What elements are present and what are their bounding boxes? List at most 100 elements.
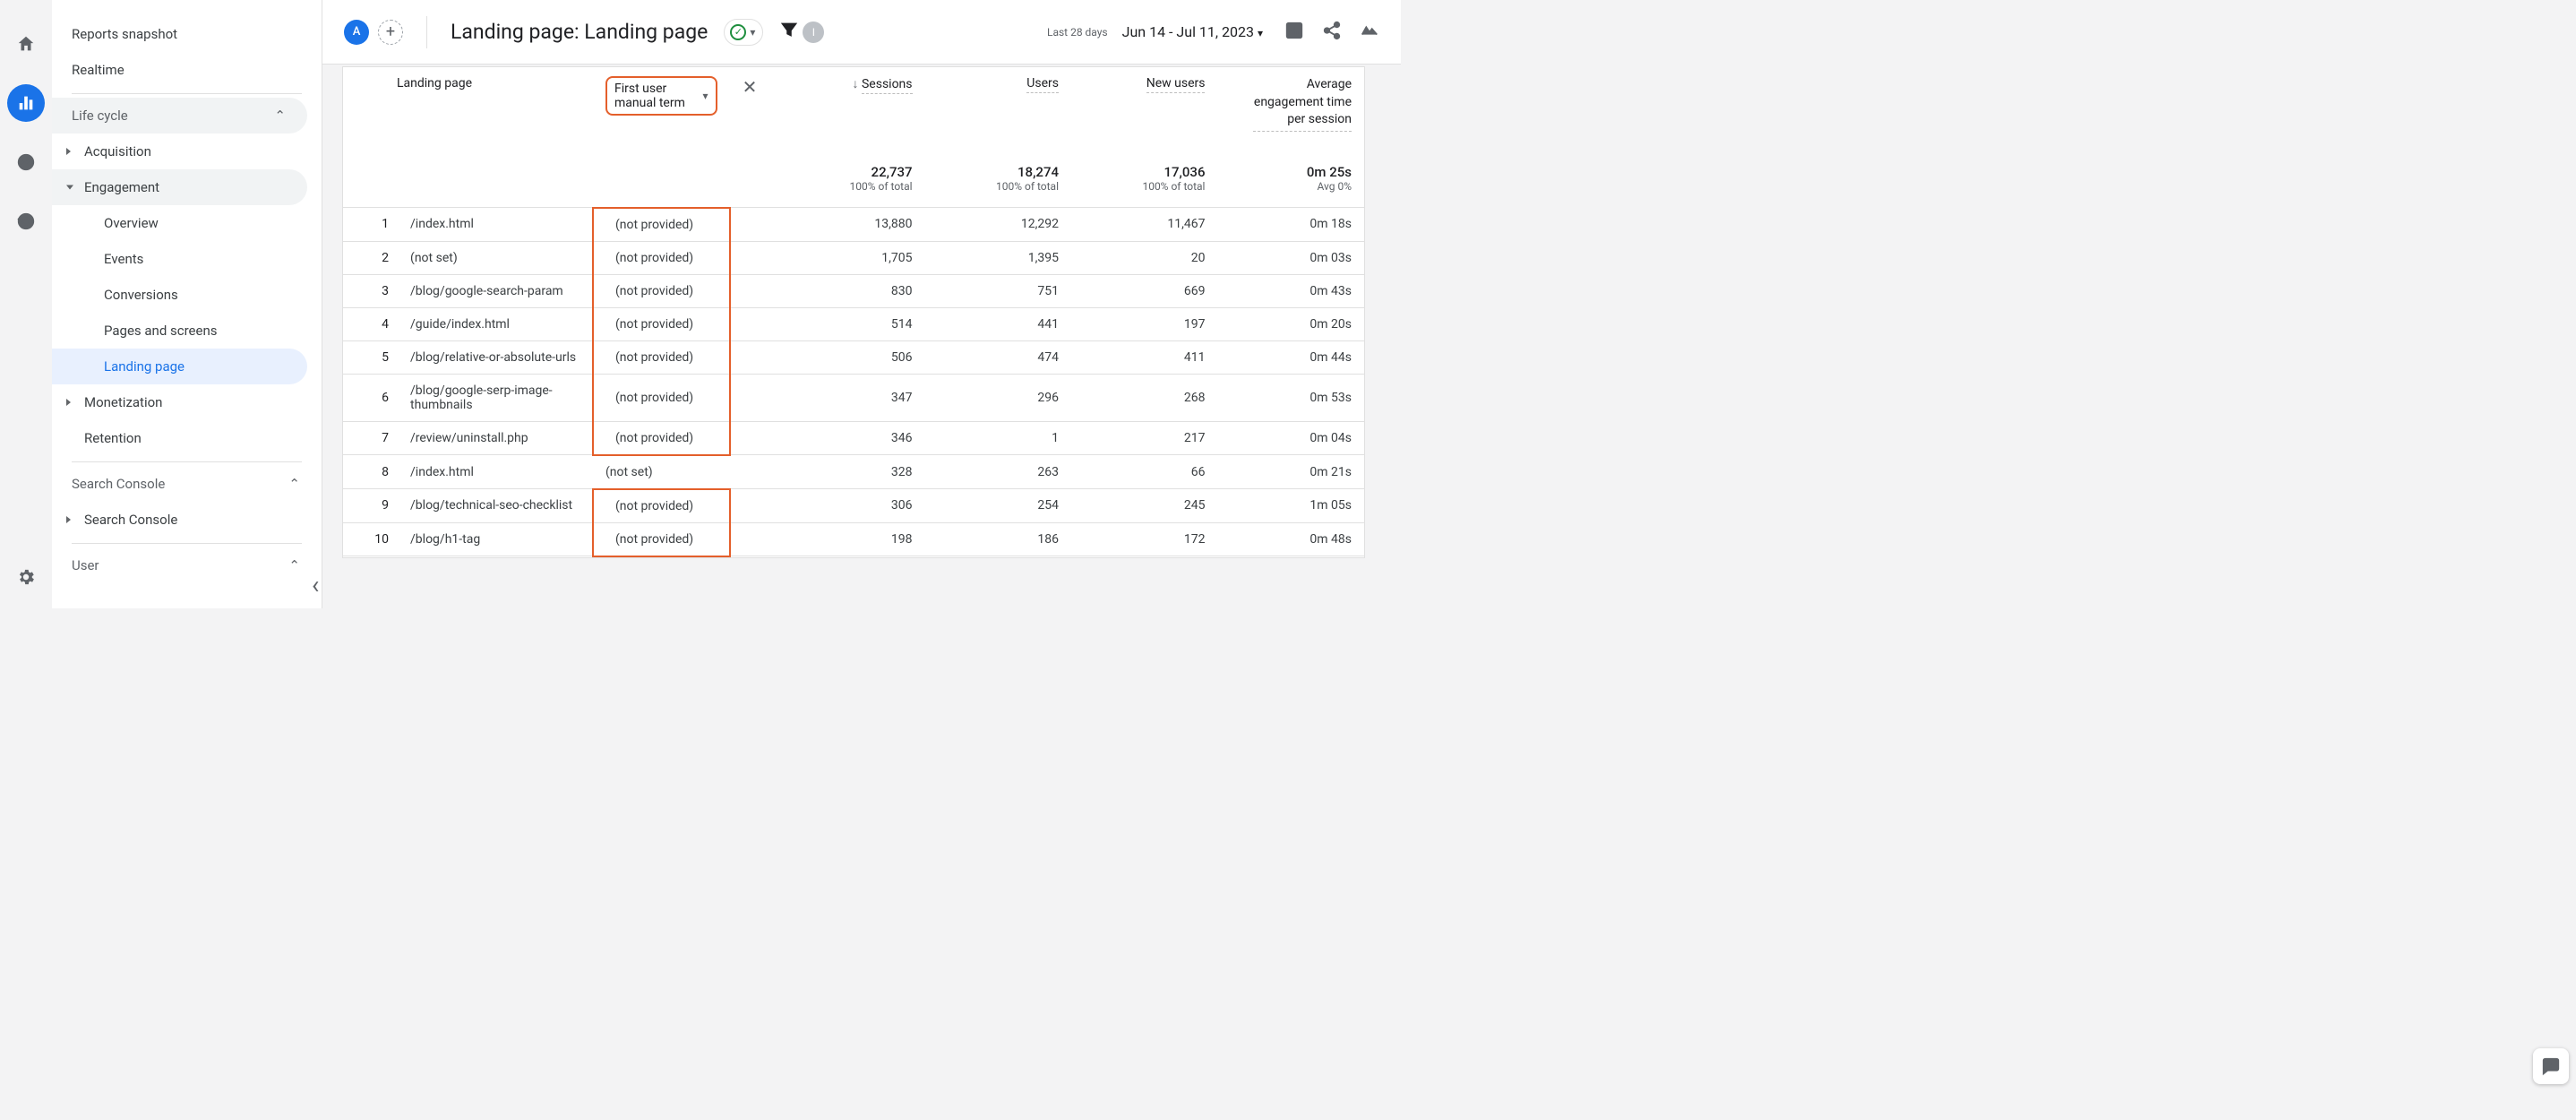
segment-avatar[interactable]: A <box>344 20 369 45</box>
cell-users: 254 <box>925 489 1071 523</box>
cell-landing-page: (not set) <box>398 241 593 274</box>
table-row[interactable]: 10/blog/h1-tag(not provided)1981861720m … <box>343 522 1364 556</box>
date-preset: Last 28 days <box>1047 26 1108 39</box>
row-index: 10 <box>343 522 398 556</box>
table-row[interactable]: 2(not set)(not provided)1,7051,395200m 0… <box>343 241 1364 274</box>
label: Conversions <box>104 287 178 303</box>
reports-icon[interactable] <box>7 84 45 122</box>
total-users: 18,274 <box>938 164 1059 180</box>
dimension-landing-page[interactable]: Landing page <box>397 76 580 90</box>
table-row[interactable]: 3/blog/google-search-param(not provided)… <box>343 274 1364 307</box>
cell-avg-eng: 0m 43s <box>1217 274 1364 307</box>
home-icon[interactable] <box>7 25 45 63</box>
cell-avg-eng: 0m 53s <box>1217 374 1364 421</box>
total-new-users: 17,036 <box>1084 164 1205 180</box>
nav-eng-overview[interactable]: Overview <box>52 205 307 241</box>
nav-eng-pages-screens[interactable]: Pages and screens <box>52 313 307 349</box>
letter: A <box>353 25 361 39</box>
label: Overview <box>104 215 159 231</box>
user-badge[interactable]: I <box>803 22 824 43</box>
cell-avg-eng: 1m 05s <box>1217 489 1364 523</box>
page-title: Landing page: Landing page <box>451 20 708 44</box>
totals-row: 22,737100% of total 18,274100% of total … <box>343 150 1364 208</box>
table-row[interactable]: 8/index.html(not set)328263660m 21s <box>343 455 1364 489</box>
cell-users: 751 <box>925 274 1071 307</box>
nav-eng-landing-page[interactable]: Landing page <box>52 349 307 384</box>
row-index: 9 <box>343 489 398 523</box>
cell-avg-eng: 0m 48s <box>1217 522 1364 556</box>
explore-icon[interactable] <box>7 143 45 181</box>
table-row[interactable]: 4/guide/index.html(not provided)51444119… <box>343 307 1364 340</box>
feedback-chat-icon[interactable] <box>2533 1048 2569 1084</box>
cell-landing-page: /blog/google-search-param <box>398 274 593 307</box>
cell-new-users: 669 <box>1071 274 1217 307</box>
label: Reports snapshot <box>72 26 177 42</box>
plus-icon: + <box>386 22 395 41</box>
label: Landing page <box>104 358 185 375</box>
check-circle-icon: ✓ <box>730 24 746 40</box>
cell-sessions: 198 <box>778 522 924 556</box>
admin-gear-icon[interactable] <box>0 567 52 587</box>
filter-icon[interactable] <box>779 20 799 45</box>
table-row[interactable]: 1/index.html(not provided)13,88012,29211… <box>343 208 1364 242</box>
secondary-dimension-pill[interactable]: First user manual term ▾ <box>605 76 717 116</box>
table-row[interactable]: 9/blog/technical-seo-checklist(not provi… <box>343 489 1364 523</box>
cell-landing-page: /index.html <box>398 455 593 489</box>
chevron-down-icon: ▾ <box>1258 27 1263 39</box>
nav-eng-events[interactable]: Events <box>52 241 307 277</box>
remove-dimension-icon[interactable]: ✕ <box>743 76 758 98</box>
insights-chart-icon[interactable] <box>1284 21 1304 44</box>
label: User <box>72 557 99 573</box>
table-row[interactable]: 6/blog/google-serp-image-thumbnails(not … <box>343 374 1364 421</box>
cell-avg-eng: 0m 44s <box>1217 340 1364 374</box>
cell-users: 12,292 <box>925 208 1071 242</box>
cell-sessions: 1,705 <box>778 241 924 274</box>
table-row[interactable]: 7/review/uninstall.php(not provided)3461… <box>343 421 1364 455</box>
chevron-up-icon: ⌃ <box>274 108 286 124</box>
cell-users: 441 <box>925 307 1071 340</box>
col-new-users[interactable]: New users <box>1146 76 1206 93</box>
cell-landing-page: /blog/google-serp-image-thumbnails <box>398 374 593 421</box>
nav-eng-conversions[interactable]: Conversions <box>52 277 307 313</box>
nav-group-user[interactable]: User ⌃ <box>52 547 322 583</box>
nav-monetization[interactable]: Monetization <box>52 384 322 420</box>
chevron-down-icon: ▾ <box>750 26 755 39</box>
cell-term: (not set) <box>593 455 730 489</box>
nav-retention[interactable]: Retention <box>52 420 322 456</box>
nav-acquisition[interactable]: Acquisition <box>52 134 322 169</box>
nav-group-search-console[interactable]: Search Console ⌃ <box>52 466 322 502</box>
col-sessions[interactable]: Sessions <box>862 77 913 94</box>
nav-search-console-sub[interactable]: Search Console <box>52 502 322 538</box>
cell-landing-page: /blog/technical-seo-checklist <box>398 489 593 523</box>
cell-sessions: 830 <box>778 274 924 307</box>
collapse-sidebar-icon[interactable]: ‹ <box>312 570 319 599</box>
cell-term: (not provided) <box>593 374 730 421</box>
row-index: 4 <box>343 307 398 340</box>
table-row[interactable]: 5/blog/relative-or-absolute-urls(not pro… <box>343 340 1364 374</box>
nav-realtime[interactable]: Realtime <box>52 52 322 88</box>
chevron-down-icon: ▾ <box>703 90 708 102</box>
col-avg-eng[interactable]: Average engagement time per session <box>1253 76 1352 132</box>
label: Events <box>104 251 143 267</box>
cell-new-users: 245 <box>1071 489 1217 523</box>
advertising-icon[interactable] <box>7 202 45 240</box>
nav-engagement[interactable]: Engagement <box>52 169 307 205</box>
cell-new-users: 411 <box>1071 340 1217 374</box>
label: Retention <box>84 430 142 446</box>
sort-arrow-down-icon[interactable]: ↓ <box>853 77 859 91</box>
cell-landing-page: /review/uninstall.php <box>398 421 593 455</box>
row-index: 8 <box>343 455 398 489</box>
share-icon[interactable] <box>1322 21 1342 44</box>
date-range-picker[interactable]: Jun 14 - Jul 11, 2023 ▾ <box>1122 23 1263 40</box>
label: Monetization <box>84 394 162 410</box>
nav-reports-snapshot[interactable]: Reports snapshot <box>52 16 322 52</box>
cell-avg-eng: 0m 04s <box>1217 421 1364 455</box>
status-pill[interactable]: ✓ ▾ <box>724 19 763 46</box>
nav-group-lifecycle[interactable]: Life cycle ⌃ <box>52 98 307 134</box>
row-index: 1 <box>343 208 398 242</box>
cell-new-users: 66 <box>1071 455 1217 489</box>
col-users[interactable]: Users <box>1026 76 1059 93</box>
insights-sparkle-icon[interactable] <box>1360 21 1379 44</box>
cell-avg-eng: 0m 21s <box>1217 455 1364 489</box>
add-comparison-button[interactable]: + <box>378 20 403 45</box>
